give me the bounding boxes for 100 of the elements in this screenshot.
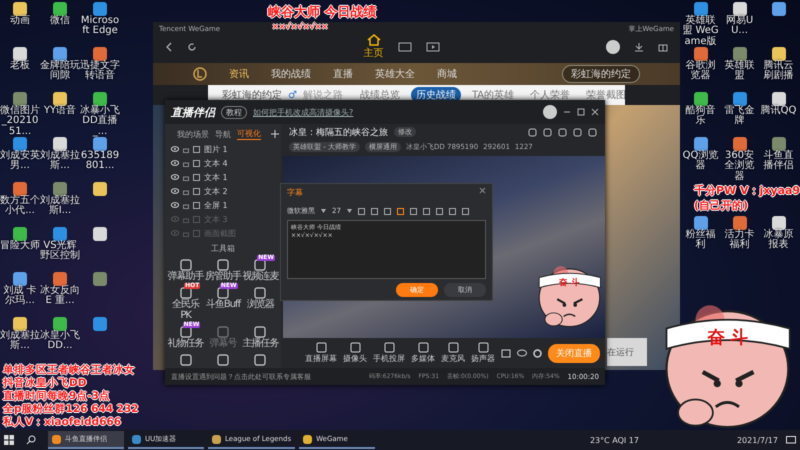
source-button[interactable]: 摄像头 <box>343 342 367 364</box>
app-icon[interactable] <box>13 317 27 331</box>
home-tab[interactable]: 主页 <box>364 34 384 60</box>
tool-button[interactable]: 礼物任务 <box>168 326 204 349</box>
search-icon[interactable] <box>26 435 36 445</box>
close-icon[interactable] <box>479 187 486 194</box>
desktop-icon-label[interactable]: 微信 <box>50 16 70 26</box>
desktop-icon-label[interactable]: 斗鱼直播伴侣 <box>759 151 798 172</box>
caret-icon[interactable] <box>346 209 352 213</box>
scene-tab[interactable]: 导航 <box>215 128 231 140</box>
desktop-icon-label[interactable]: 360安全浏览器 <box>720 151 759 182</box>
tip-link[interactable]: 如何把手机改成高清摄像头? <box>253 106 354 118</box>
tool-button[interactable]: 全民乐PK <box>167 287 204 321</box>
app-icon[interactable] <box>53 47 67 61</box>
app-icon[interactable] <box>93 182 107 196</box>
profile-tab[interactable]: 战绩总览 <box>354 87 405 103</box>
refresh-icon[interactable] <box>187 42 197 52</box>
layer-item[interactable]: 文本 1 <box>204 172 228 182</box>
source-button[interactable]: 多媒体 <box>411 342 435 364</box>
source-button[interactable]: 麦克风 <box>441 342 465 364</box>
desktop-icon-label[interactable]: 刘成塞拉斯... <box>40 151 80 172</box>
desktop-icon-label[interactable]: VS光辉野区控制 <box>40 241 80 262</box>
app-icon[interactable] <box>772 216 786 230</box>
desktop-icon-label[interactable]: 活力卡福利 <box>720 230 759 251</box>
tool-button[interactable]: 弹幕助手 <box>168 259 204 282</box>
desktop-icon-label[interactable]: 老板 <box>10 61 30 72</box>
desktop-icon-label[interactable]: 迅捷文字转语音 <box>80 61 120 82</box>
desktop-icon-label[interactable]: 腾讯QQ <box>760 106 796 116</box>
app-icon[interactable] <box>732 137 746 151</box>
layer-item[interactable]: 图片 1 <box>204 144 228 154</box>
desktop-icon-label[interactable]: Microsoft Edge <box>80 16 120 37</box>
app-icon[interactable] <box>53 92 67 106</box>
desktop-icon-label[interactable]: 数方五个小代... <box>0 196 40 217</box>
close-icon[interactable] <box>591 108 599 116</box>
desktop-icon-label[interactable]: 英雄联盟 WeGame版 <box>681 16 720 47</box>
app-icon[interactable] <box>772 2 786 16</box>
tool-button[interactable]: 视频连麦 <box>242 259 278 282</box>
start-icon[interactable] <box>4 435 14 445</box>
app-icon[interactable] <box>93 47 107 61</box>
desktop-icon-label[interactable]: 英雄联盟 <box>720 61 759 82</box>
site-nav-item[interactable]: 英雄大全 <box>375 67 415 81</box>
desktop-icon-label[interactable]: 网易UU... <box>720 16 759 37</box>
desktop-icon-label[interactable]: 粉丝福利 <box>681 230 720 251</box>
site-nav-item[interactable]: 直播 <box>333 67 353 81</box>
app-icon[interactable] <box>53 2 67 16</box>
download-icon[interactable] <box>634 42 644 52</box>
tool-button[interactable]: 主播任务 <box>242 326 278 349</box>
app-icon[interactable] <box>13 272 27 286</box>
app-icon[interactable] <box>694 137 708 151</box>
app-icon[interactable] <box>93 227 107 241</box>
app-icon[interactable] <box>13 137 27 151</box>
app-icon[interactable] <box>694 92 708 106</box>
desktop-icon-label[interactable]: 冰女反向E 重... <box>40 286 80 307</box>
app-icon[interactable] <box>13 47 27 61</box>
desktop-icon-label[interactable]: 谷歌浏览器 <box>681 61 720 82</box>
layer-item[interactable]: 全屏 1 <box>204 200 228 210</box>
desktop-icon-label[interactable]: 635189801... <box>80 151 120 172</box>
profile-tab[interactable]: 个人荣誉 <box>525 87 576 103</box>
site-nav-item[interactable]: 商城 <box>437 67 457 81</box>
desktop-icon-label[interactable]: 冒险大师 <box>0 241 40 252</box>
app-icon[interactable] <box>53 137 67 151</box>
app-icon[interactable] <box>93 2 107 16</box>
avatar-icon[interactable] <box>543 105 557 119</box>
app-icon[interactable] <box>93 137 107 151</box>
app-icon[interactable] <box>53 317 67 331</box>
tutorial-button[interactable]: 教程 <box>221 106 247 118</box>
add-icon[interactable] <box>271 130 279 138</box>
app-icon[interactable] <box>53 182 67 196</box>
tool-button[interactable]: 房管助手 <box>204 259 241 282</box>
app-icon[interactable] <box>13 227 27 241</box>
desktop-icon-label[interactable]: YY语音 <box>44 106 76 116</box>
layer-item[interactable]: 文本 4 <box>204 158 228 168</box>
app-icon[interactable] <box>732 216 746 230</box>
desktop-icon-label[interactable]: 刘成 卡尔玛... <box>0 286 40 307</box>
back-icon[interactable] <box>165 42 173 52</box>
avatar-icon[interactable] <box>606 40 620 54</box>
app-icon[interactable] <box>694 2 708 16</box>
desktop-icon-label[interactable]: 微信图片_2021051... <box>0 106 40 137</box>
search-field[interactable]: 彩虹海的约定 <box>562 65 640 83</box>
desktop-icon-label[interactable]: 雷飞金牌 <box>720 106 759 127</box>
desktop-icon-label[interactable]: 酷狗音乐 <box>681 106 720 127</box>
app-icon[interactable] <box>694 47 708 61</box>
app-icon[interactable] <box>772 47 786 61</box>
maximize-icon[interactable] <box>577 108 585 116</box>
site-nav-item[interactable]: 资讯 <box>229 67 249 81</box>
desktop-icon-label[interactable]: 冰暴原报表 <box>759 230 798 251</box>
desktop-icon-label[interactable]: 冰暴小飞DD直播_... <box>80 106 120 137</box>
desktop-icon-label[interactable]: 腾讯云刷剧播 <box>759 61 798 82</box>
desktop-icon-label[interactable]: QQ浏览器 <box>681 151 720 172</box>
caret-icon[interactable] <box>321 209 326 213</box>
tool-button[interactable]: 浏览器 <box>246 287 274 321</box>
profile-tab[interactable]: TA的英雄 <box>466 87 520 103</box>
app-icon[interactable] <box>732 2 746 16</box>
app-icon[interactable] <box>694 216 708 230</box>
source-button[interactable]: 手机投屏 <box>373 342 405 364</box>
desktop-icon-label[interactable]: 金牌陪玩间隙 <box>40 61 80 82</box>
layer-item[interactable]: 文本 2 <box>204 186 228 196</box>
notification-icon[interactable] <box>786 436 796 444</box>
app-icon[interactable] <box>13 2 27 16</box>
scene-tab[interactable]: 可视化 <box>237 128 261 140</box>
